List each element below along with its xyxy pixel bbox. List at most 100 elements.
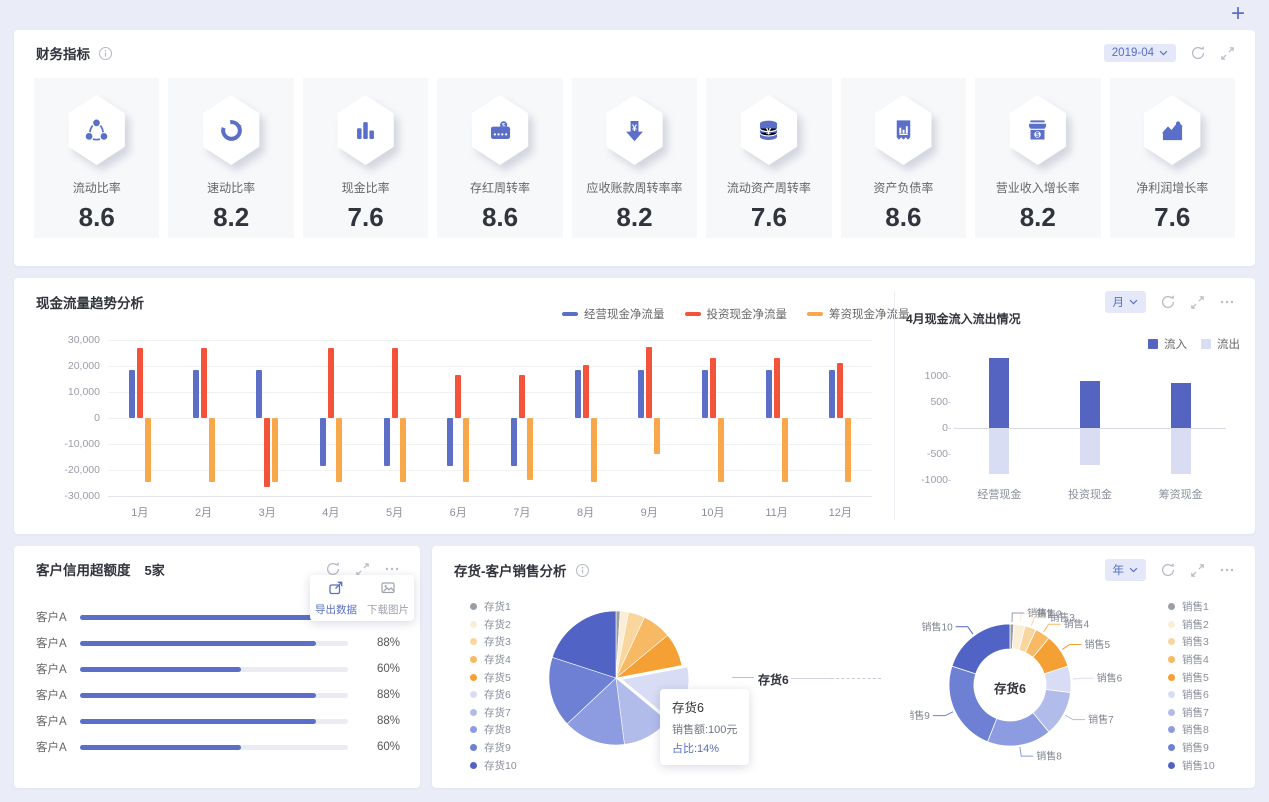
credit-bar-list: 客户A88%客户A88%客户A60%客户A88%客户A88%客户A60% [36, 604, 400, 760]
y-axis-label: -1000 [921, 474, 948, 486]
sales-legend-item[interactable]: 销售3 [1168, 633, 1238, 651]
x-axis-label: 12月 [828, 507, 852, 519]
more-icon[interactable] [1219, 294, 1235, 310]
metric-card[interactable]: 净利润增长率 7.6 [1109, 78, 1235, 238]
bar-经营现金净流量 [383, 418, 390, 467]
unit-dropdown-year[interactable]: 年 [1104, 559, 1146, 581]
period-dropdown[interactable]: 2019-04 [1103, 44, 1176, 62]
metric-card[interactable]: 现金比率 7.6 [302, 78, 429, 238]
sales-legend-item[interactable]: 销售2 [1168, 616, 1238, 634]
download-image-menu-item[interactable]: 下载图片 [362, 575, 414, 621]
metric-label: 资产负债率 [873, 181, 934, 195]
legend-label: 存货3 [484, 636, 511, 649]
refresh-icon[interactable] [1160, 294, 1176, 310]
inventory-legend-item[interactable]: 存货10 [470, 756, 540, 774]
sales-legend-item[interactable]: 销售7 [1168, 704, 1238, 722]
bar-筹资现金净流量 [208, 418, 215, 482]
sales-legend-item[interactable]: 销售4 [1168, 651, 1238, 669]
bar-筹资现金净流量 [654, 418, 661, 455]
refresh-icon[interactable] [1190, 45, 1206, 61]
legend-item[interactable]: 投资现金净流量 [684, 306, 787, 322]
bar-流出 [1080, 428, 1100, 466]
metric-card[interactable]: ¥ 流动资产周转率 7.6 [706, 78, 832, 238]
sales-legend-item[interactable]: 销售6 [1168, 686, 1238, 704]
bar-column [1045, 352, 1136, 480]
inventory-legend-item[interactable]: 存货3 [470, 633, 540, 651]
credit-row: 客户A 88% [36, 708, 400, 734]
info-icon[interactable] [98, 46, 113, 61]
bar-筹资现金净流量 [781, 418, 788, 482]
credit-row: 客户A 60% [36, 734, 400, 760]
credit-bar-fill [80, 744, 241, 750]
metric-card[interactable]: 流动比率 8.6 [34, 78, 160, 238]
credit-bar-fill [80, 718, 316, 724]
bar-经营现金净流量 [829, 369, 836, 418]
inventory-legend-item[interactable]: 存货5 [470, 668, 540, 686]
sales-legend-item[interactable]: 销售5 [1168, 668, 1238, 686]
inventory-legend-item[interactable]: 存货2 [470, 616, 540, 634]
metric-label: 应收账款周转率率 [586, 181, 683, 195]
unit-dropdown-month-value: 月 [1112, 297, 1125, 309]
legend-item[interactable]: 流入 [1148, 336, 1187, 352]
legend-label: 存货10 [484, 759, 517, 772]
metric-card[interactable]: $ 营业收入增长率 8.2 [975, 78, 1101, 238]
more-icon[interactable] [1219, 562, 1235, 578]
share-nodes-icon [65, 95, 129, 165]
legend-item[interactable]: 经营现金净流量 [562, 306, 665, 322]
inventory-legend-item[interactable]: 存货1 [470, 598, 540, 616]
export-data-menu-item[interactable]: 导出数据 [310, 575, 362, 621]
metric-value: 7.6 [750, 202, 787, 232]
metric-card[interactable]: ¥ 应收账款周转率率 8.2 [571, 78, 698, 238]
trend-up-icon [1140, 95, 1204, 165]
legend-dot [1168, 620, 1175, 628]
donut-callout-label: 销售8 [1036, 750, 1062, 763]
credit-bar-track [80, 692, 348, 698]
metric-card-row: 流动比率 8.6 速动比率 8.2 现金比率 7.6 $ 存红周转率 8.6 ¥ 应收账款周转率率 8… [34, 78, 1235, 238]
inventory-legend-item[interactable]: 存货7 [470, 704, 540, 722]
metric-label: 流动比率 [72, 181, 121, 195]
bar-投资现金净流量 [455, 375, 462, 418]
x-axis-label: 投资现金 [1068, 489, 1112, 501]
pie-tooltip: 存货6 销售额:100元 占比:14% [660, 689, 750, 765]
legend-dot [470, 620, 477, 628]
metric-card[interactable]: $ 存红周转率 8.6 [437, 78, 563, 238]
inventory-legend-item[interactable]: 存货4 [470, 651, 540, 669]
bar-group [617, 340, 681, 496]
donut-slice-销售10 [951, 623, 1011, 675]
refresh-icon[interactable] [1160, 562, 1176, 578]
sales-legend-item[interactable]: 销售8 [1168, 721, 1238, 739]
bar-流出 [989, 428, 1010, 474]
legend-dot [470, 638, 477, 646]
metric-card[interactable]: 速动比率 8.2 [168, 78, 294, 238]
x-axis-label: 6月 [449, 507, 467, 519]
sales-legend-item[interactable]: 销售10 [1168, 756, 1238, 774]
legend-item[interactable]: 流出 [1201, 336, 1240, 352]
credit-bar-fill [80, 692, 316, 698]
legend-label: 存货8 [484, 724, 511, 737]
cashflow-trend-panel: 现金流量趋势分析 月 经营现金净流量 投资现金净流量 筹资现金净流量 30,000 2… [14, 278, 1255, 534]
y-axis-label: 0 [902, 422, 948, 434]
bar-筹资现金净流量 [717, 418, 724, 482]
inventory-legend-item[interactable]: 存货8 [470, 721, 540, 739]
add-widget-button[interactable]: + [1231, 2, 1245, 26]
metric-card[interactable]: 资产负债率 8.6 [840, 78, 967, 238]
credit-customer-label: 客户A [36, 716, 67, 728]
expand-icon[interactable] [1220, 46, 1235, 61]
expand-icon[interactable] [1190, 295, 1205, 310]
donut-callout-label: 销售5 [1085, 638, 1111, 651]
bar-group [172, 340, 236, 496]
legend-label: 销售2 [1182, 618, 1209, 631]
bar-group [681, 340, 745, 496]
expand-icon[interactable] [1190, 563, 1205, 578]
legend-dot [1168, 761, 1175, 769]
svg-text:¥: ¥ [766, 126, 772, 137]
legend-label: 存货4 [484, 654, 511, 667]
sales-legend-item[interactable]: 销售1 [1168, 598, 1238, 616]
inventory-legend-item[interactable]: 存货6 [470, 686, 540, 704]
axis-tick [946, 376, 951, 377]
info-icon[interactable] [575, 563, 590, 578]
inventory-legend-item[interactable]: 存货9 [470, 739, 540, 757]
sales-legend-item[interactable]: 销售9 [1168, 739, 1238, 757]
legend-label: 销售5 [1182, 671, 1209, 684]
finance-panel-title: 财务指标 [36, 47, 90, 62]
